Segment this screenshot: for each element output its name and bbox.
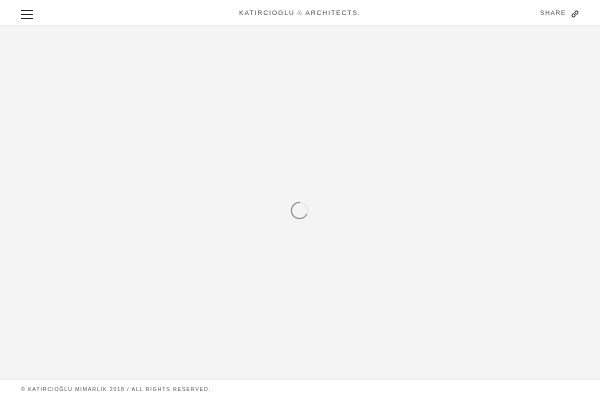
share-label: SHARE (540, 10, 566, 17)
menu-line (21, 18, 33, 19)
share-link-icon (571, 10, 579, 18)
copyright-text: © KATIRCIOĞLU MIMARLIK 2018 / ALL RIGHTS… (21, 387, 211, 393)
logo-name: KATIRCIOGLU (239, 10, 295, 17)
logo-ampersand: & (296, 9, 304, 17)
share-button[interactable]: SHARE (540, 10, 579, 18)
page: KATIRCIOGLU & ARCHITECTS. SHARE © KATIRCIO… (0, 0, 600, 400)
loading-spinner-icon (290, 201, 309, 220)
logo-suffix: ARCHITECTS. (305, 10, 361, 17)
site-logo[interactable]: KATIRCIOGLU & ARCHITECTS. (0, 9, 600, 18)
footer-bar: © KATIRCIOĞLU MIMARLIK 2018 / ALL RIGHTS… (0, 379, 600, 400)
top-bar: KATIRCIOGLU & ARCHITECTS. SHARE (0, 0, 600, 26)
